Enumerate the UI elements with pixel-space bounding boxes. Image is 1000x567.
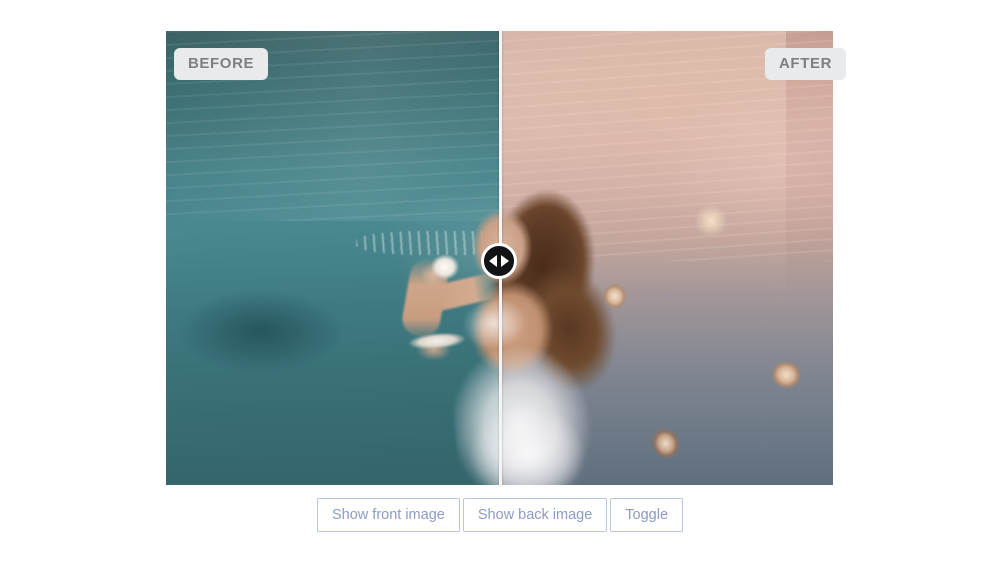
- before-label: BEFORE: [174, 48, 269, 80]
- show-back-image-button[interactable]: Show back image: [462, 498, 608, 532]
- triangle-right-icon: [501, 255, 509, 267]
- app-root: BEFORE AFTER Show front image Show back …: [0, 0, 1000, 567]
- toggle-button[interactable]: Toggle: [610, 498, 684, 532]
- triangle-left-icon: [489, 255, 497, 267]
- show-front-image-button[interactable]: Show front image: [316, 498, 460, 532]
- after-label: AFTER: [765, 48, 846, 80]
- controls-button-row: Show front image Show back image Toggle: [0, 498, 1000, 532]
- slider-drag-handle[interactable]: [481, 243, 517, 279]
